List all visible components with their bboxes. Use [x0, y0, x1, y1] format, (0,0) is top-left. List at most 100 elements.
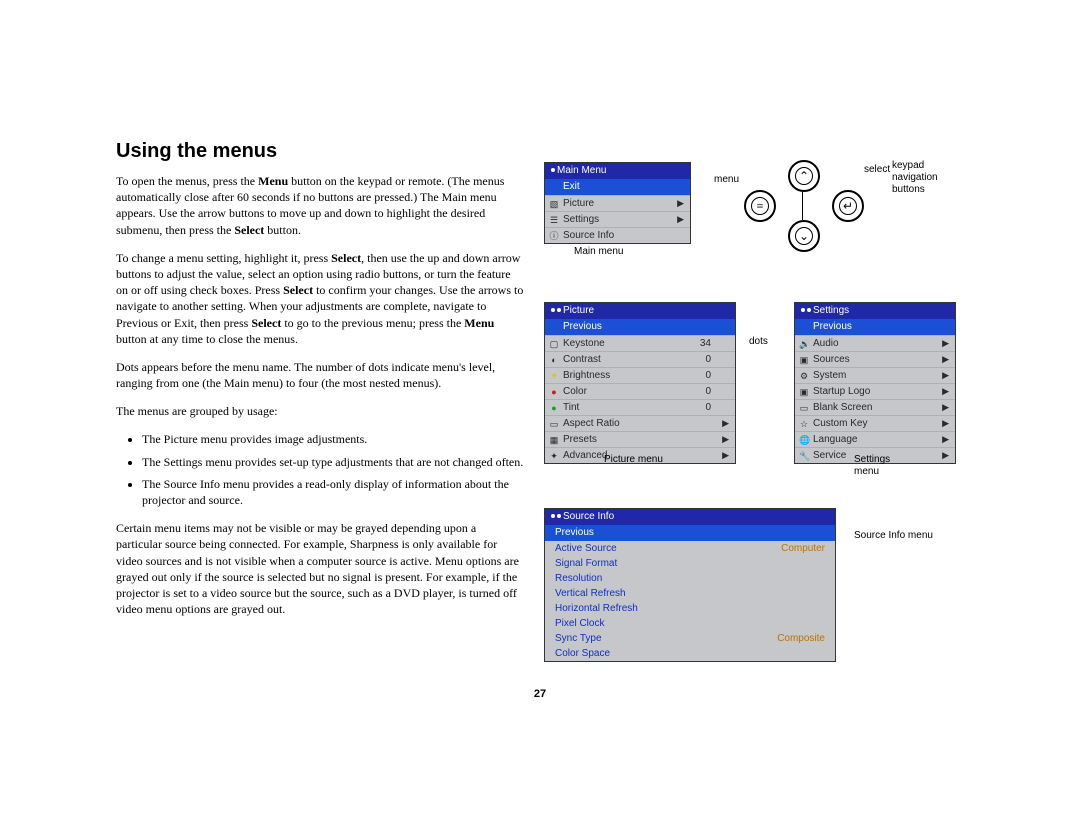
- paragraph-2: To change a menu setting, highlight it, …: [116, 250, 524, 347]
- bold: Select: [283, 283, 313, 297]
- tint-icon: ●: [549, 402, 559, 412]
- caption-menu: menu: [714, 174, 739, 185]
- service-icon: 🔧: [799, 450, 809, 460]
- row-label: Sources: [813, 354, 850, 365]
- row-label: Resolution: [555, 573, 602, 584]
- keystone-icon: ▢: [549, 338, 559, 348]
- menu-row-language: 🌐Language▶: [795, 431, 955, 447]
- info-row-pixel-clock: Pixel Clock: [545, 616, 835, 631]
- caption-picture: Picture menu: [604, 454, 664, 466]
- bold: Select: [251, 316, 281, 330]
- row-label: Startup Logo: [813, 386, 870, 397]
- list-item: The Source Info menu provides a read-onl…: [142, 476, 524, 508]
- menu-row-keystone: ▢Keystone34: [545, 335, 735, 351]
- menu-row-previous: Previous: [795, 319, 955, 335]
- row-label: Signal Format: [555, 558, 617, 569]
- menu-row-previous: Previous: [545, 525, 835, 541]
- chevron-right-icon: ▶: [677, 213, 684, 226]
- info-row-signal-format: Signal Format: [545, 556, 835, 571]
- customkey-icon: ☆: [799, 418, 809, 428]
- bold: Menu: [258, 174, 288, 188]
- menu-icon: ≡: [751, 197, 769, 215]
- menu-row-sources: ▣ Sources ▶: [795, 351, 955, 367]
- row-label: Vertical Refresh: [555, 588, 626, 599]
- paragraph-1: To open the menus, press the Menu button…: [116, 173, 524, 238]
- menu-row-exit: Exit: [545, 179, 690, 195]
- caption-settings: Settings menu: [854, 454, 914, 478]
- info-icon: ⓘ: [549, 230, 559, 240]
- row-label: Sync Type: [555, 633, 602, 644]
- row-label: System: [813, 370, 846, 381]
- logo-icon: ▣: [799, 386, 809, 396]
- chevron-right-icon: ▶: [942, 449, 949, 462]
- settings-menu-screenshot: Settings Previous 🔊Audio▶ ▣Sources▶ ⚙Sys…: [794, 302, 956, 464]
- row-label: Source Info: [563, 230, 614, 241]
- row-value: 0: [705, 353, 711, 366]
- sources-icon: ▣: [799, 354, 809, 364]
- row-label: Tint: [563, 402, 579, 413]
- chevron-right-icon: ▶: [942, 369, 949, 382]
- brightness-icon: ☀: [549, 370, 559, 380]
- row-value: 0: [705, 385, 711, 398]
- chevron-right-icon: ▶: [942, 353, 949, 366]
- header-text: Main Menu: [557, 165, 606, 176]
- menu-header: Settings: [795, 303, 955, 319]
- row-label: Previous: [563, 321, 602, 332]
- main-menu-screenshot: Main Menu Exit ▧Picture▶ ☰Settings▶ ⓘ Sou…: [544, 162, 691, 244]
- menu-row-color: ● Color 0: [545, 383, 735, 399]
- system-icon: ⚙: [799, 370, 809, 380]
- menu-row-tint: ●Tint0: [545, 399, 735, 415]
- row-label: Pixel Clock: [555, 618, 604, 629]
- info-row-resolution: Resolution: [545, 571, 835, 586]
- menu-row-aspect: ▭ Aspect Ratio ▶: [545, 415, 735, 431]
- menu-row-system: ⚙ System ▶: [795, 367, 955, 383]
- chevron-right-icon: ▶: [722, 449, 729, 462]
- text: To open the menus, press the: [116, 174, 258, 188]
- menu-row-startuplogo: ▣Startup Logo▶: [795, 383, 955, 399]
- row-label: Blank Screen: [813, 402, 872, 413]
- menu-row-blankscreen: ▭Blank Screen▶: [795, 399, 955, 415]
- row-label: Active Source: [555, 543, 617, 554]
- text: To change a menu setting, highlight it, …: [116, 251, 331, 265]
- menu-header: Main Menu: [545, 163, 690, 179]
- row-label: Color Space: [555, 648, 610, 659]
- menu-header: Picture: [545, 303, 735, 319]
- advanced-icon: ✦: [549, 450, 559, 460]
- menu-row-picture: ▧Picture▶: [545, 195, 690, 211]
- caption-dots: dots: [749, 336, 768, 347]
- row-value: 0: [705, 369, 711, 382]
- picture-icon: ▧: [549, 198, 559, 208]
- paragraph-5: Certain menu items may not be visible or…: [116, 520, 524, 617]
- info-row-sync-type: Sync Type Composite: [545, 631, 835, 646]
- caption-keypad: keypad navigation buttons: [892, 160, 972, 196]
- row-label: Presets: [563, 434, 597, 445]
- menu-row-settings: ☰Settings▶: [545, 211, 690, 227]
- up-button: ⌃: [788, 160, 820, 192]
- row-label: Aspect Ratio: [563, 418, 620, 429]
- chevron-right-icon: ▶: [722, 433, 729, 446]
- menu-row-sourceinfo: ⓘ Source Info: [545, 227, 690, 243]
- aspect-icon: ▭: [549, 418, 559, 428]
- header-text: Picture: [563, 305, 594, 316]
- row-label: Brightness: [563, 370, 610, 381]
- caption-select: select: [864, 164, 890, 175]
- sourceinfo-menu-screenshot: Source Info Previous Active Source Comput…: [544, 508, 836, 662]
- bold: Menu: [464, 316, 494, 330]
- row-label: Language: [813, 434, 858, 445]
- chevron-right-icon: ▶: [722, 417, 729, 430]
- row-label: Exit: [563, 181, 580, 192]
- row-label: Horizontal Refresh: [555, 603, 638, 614]
- color-icon: ●: [549, 386, 559, 396]
- paragraph-4: The menus are grouped by usage:: [116, 403, 524, 419]
- row-value: Composite: [777, 632, 825, 645]
- row-label: Advanced: [563, 450, 607, 461]
- header-text: Source Info: [563, 511, 614, 522]
- menu-row-contrast: ◐Contrast0: [545, 351, 735, 367]
- page-title: Using the menus: [116, 140, 524, 163]
- row-value: 34: [700, 337, 711, 350]
- row-value: Computer: [781, 542, 825, 555]
- menu-row-customkey: ☆Custom Key▶: [795, 415, 955, 431]
- blankscreen-icon: ▭: [799, 402, 809, 412]
- row-label: Color: [563, 386, 587, 397]
- bullet-list: The Picture menu provides image adjustme…: [116, 431, 524, 508]
